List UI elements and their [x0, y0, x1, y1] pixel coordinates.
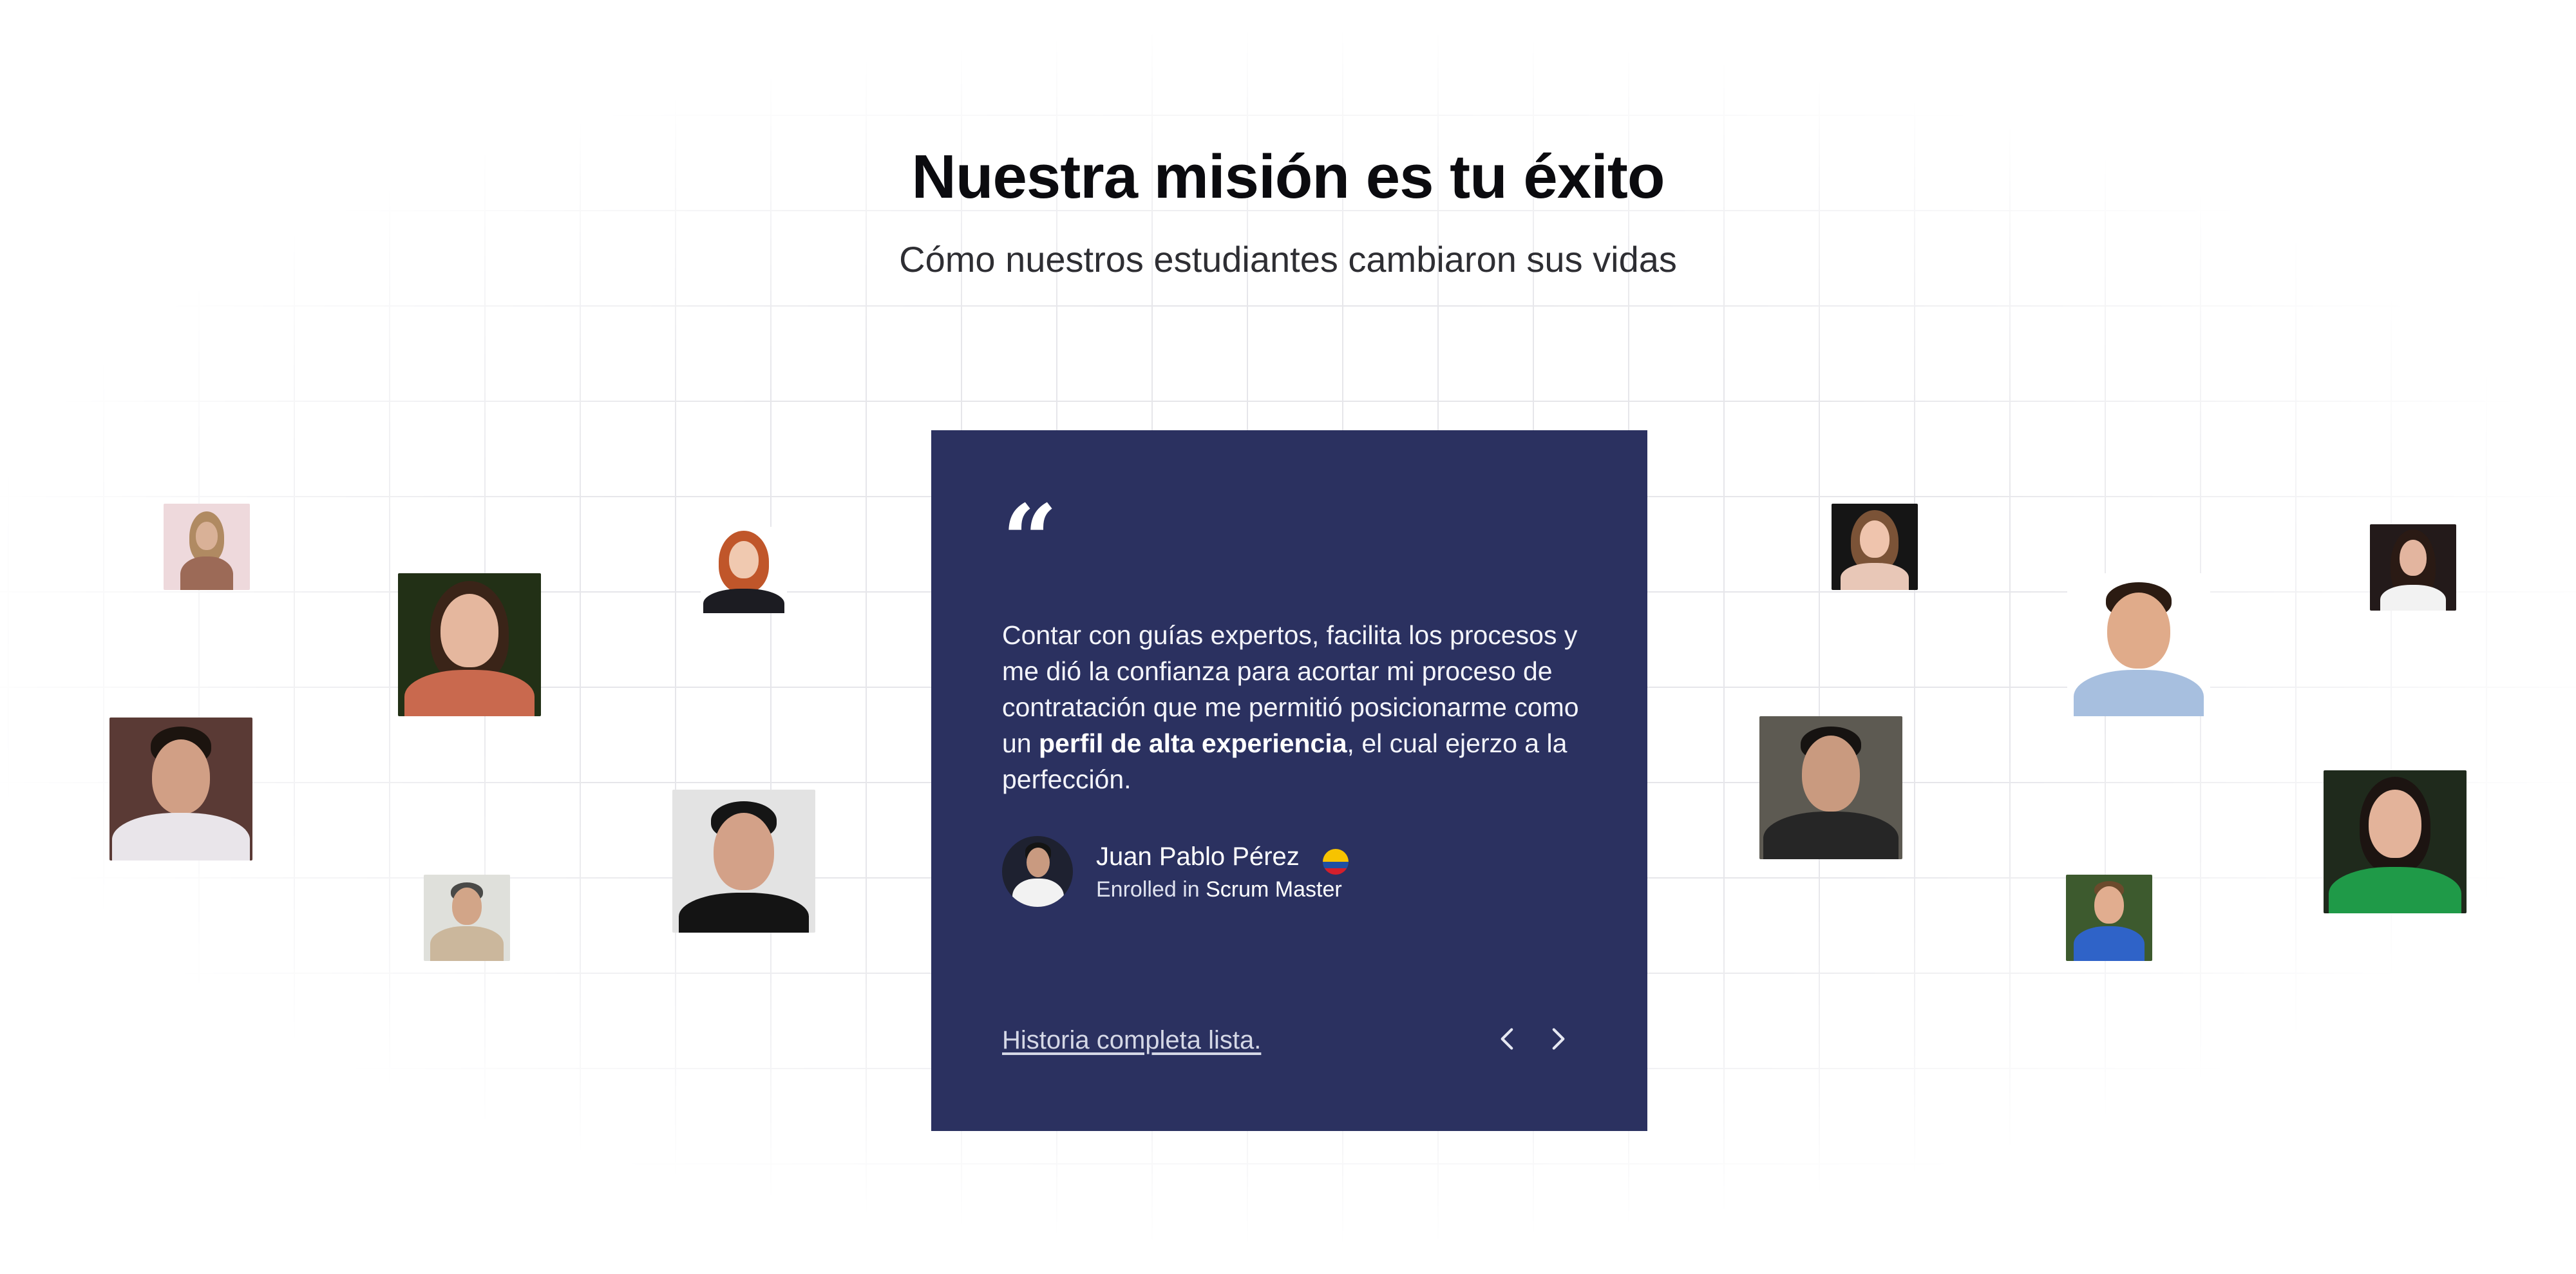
testimonials-section: Nuestra misión es tu éxito Cómo nuestros…: [0, 0, 2576, 1274]
author-name: Juan Pablo Pérez: [1096, 842, 1300, 871]
student-avatar[interactable]: [398, 573, 541, 716]
full-story-link[interactable]: Historia completa lista.: [1002, 1026, 1261, 1055]
quote-text-highlight: perfil de alta experiencia: [1039, 728, 1347, 758]
author-avatar: [1002, 836, 1073, 907]
next-testimonial-button[interactable]: [1542, 1023, 1574, 1055]
colombia-flag-icon: [1323, 849, 1349, 875]
section-title: Nuestra misión es tu éxito: [911, 142, 1665, 211]
enrolled-prefix: Enrolled in: [1096, 877, 1206, 902]
student-avatar[interactable]: [1759, 716, 1902, 859]
course-name: Scrum Master: [1206, 877, 1342, 902]
student-avatar[interactable]: [2324, 770, 2467, 913]
student-avatar[interactable]: [164, 504, 250, 590]
student-avatar[interactable]: [2067, 573, 2210, 716]
testimonial-card: “ Contar con guías expertos, facilita lo…: [931, 430, 1647, 1131]
student-avatar[interactable]: [701, 527, 787, 613]
testimonial-author: Juan Pablo Pérez Enrolled in Scrum Maste…: [1002, 836, 1582, 913]
chevron-left-icon: [1501, 1028, 1513, 1050]
student-avatar[interactable]: [109, 718, 252, 860]
student-avatar[interactable]: [424, 875, 510, 961]
author-enrollment: Enrolled in Scrum Master: [1096, 877, 1342, 902]
student-avatar[interactable]: [2066, 875, 2152, 961]
student-avatar[interactable]: [2370, 524, 2456, 611]
student-avatar[interactable]: [1832, 504, 1918, 590]
chevron-right-icon: [1552, 1028, 1565, 1050]
testimonial-quote: Contar con guías expertos, facilita los …: [1002, 617, 1582, 797]
section-subtitle: Cómo nuestros estudiantes cambiaron sus …: [899, 239, 1677, 280]
previous-testimonial-button[interactable]: [1492, 1023, 1524, 1055]
quote-icon: “: [1002, 484, 1058, 597]
student-avatar[interactable]: [672, 790, 815, 933]
